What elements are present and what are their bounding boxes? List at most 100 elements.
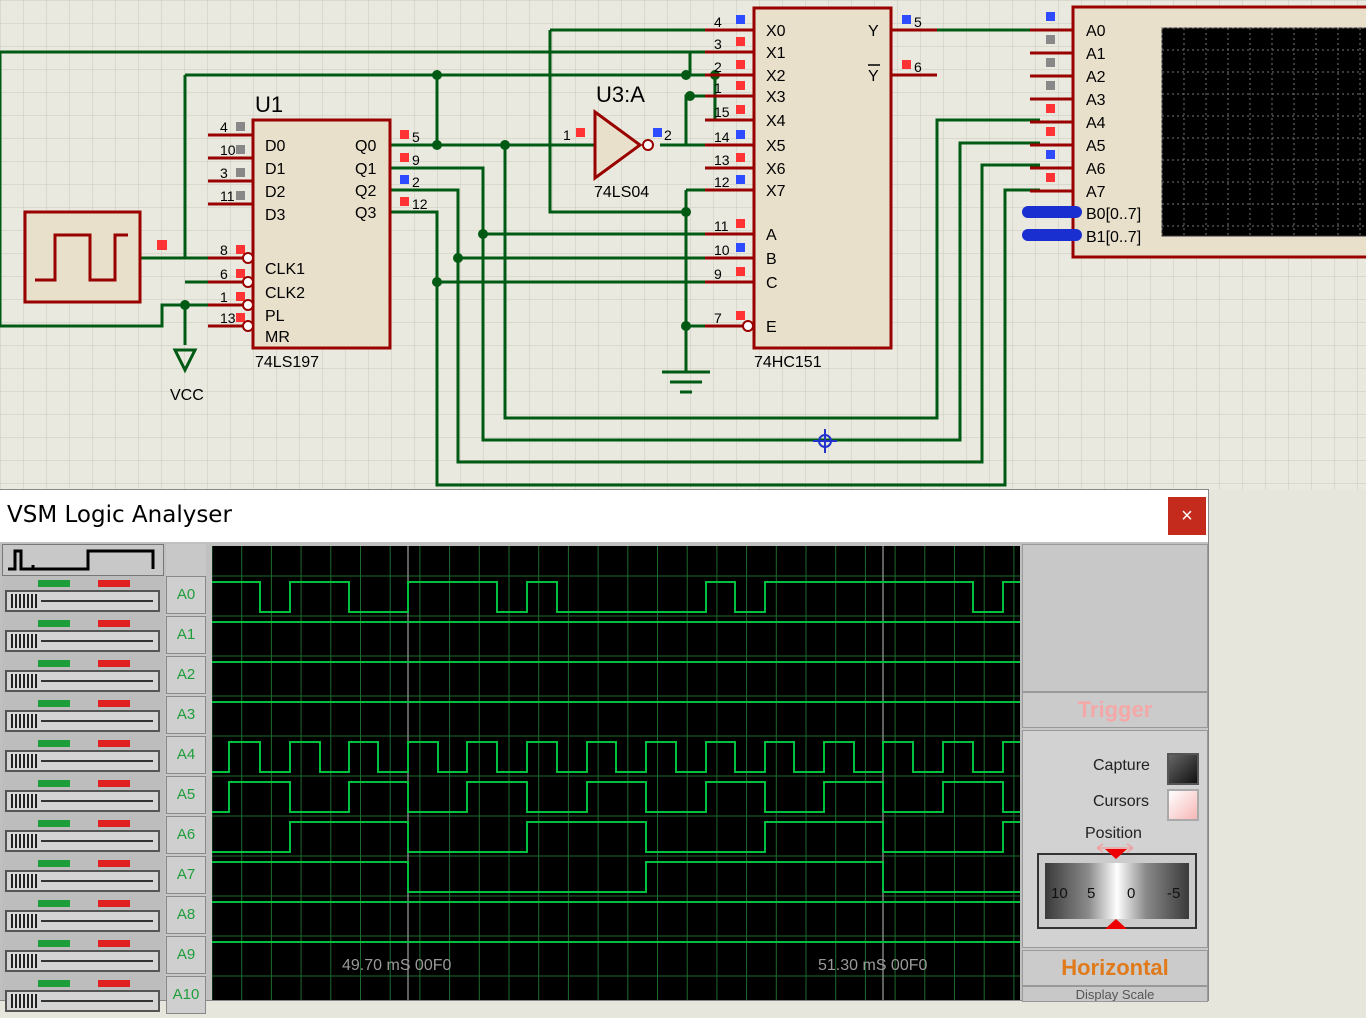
u1-pin-name: Q0: [355, 138, 376, 155]
close-button[interactable]: ×: [1168, 497, 1206, 535]
mux-pin-name: X6: [766, 161, 786, 178]
mux-pin-number: 3: [714, 36, 722, 52]
analyser-pin-name: B1[0..7]: [1086, 229, 1141, 246]
channel-slider[interactable]: [5, 830, 160, 852]
waveform-display[interactable]: 49.70 mS 00F0 51.30 mS 00F0: [212, 546, 1020, 1000]
u1-pin-number: 4: [220, 119, 228, 135]
mux-pin-number: 11: [714, 218, 729, 234]
channel-slider[interactable]: [5, 910, 160, 932]
u1-pin-number: 9: [412, 152, 420, 168]
u3-pin-in: 1: [563, 127, 571, 143]
position-label: Position: [1085, 825, 1142, 842]
knob-pointer-bottom-icon: [1105, 919, 1127, 929]
channel-led-green: [38, 700, 70, 707]
channel-trace: [212, 821, 1020, 853]
mux-pin-number: 12: [714, 174, 730, 190]
u1-pin-number: 3: [220, 165, 228, 181]
channel-slider[interactable]: [5, 670, 160, 692]
channel-trace: [212, 861, 1020, 893]
cursors-label: Cursors: [1093, 793, 1150, 810]
channel-slider[interactable]: [5, 710, 160, 732]
u1-pin-name: D3: [265, 207, 286, 224]
channel-led-green: [38, 940, 70, 947]
analyser-pin-name: A1: [1086, 46, 1106, 63]
u1-pin-name: Q3: [355, 205, 376, 222]
mux-pin-name: Y: [868, 68, 879, 85]
channel-label: A7: [166, 856, 206, 894]
channel-led-red: [98, 900, 130, 907]
channel-trace: [212, 781, 1020, 813]
analyser-pin-name: A6: [1086, 161, 1106, 178]
u1-pin-number: 12: [412, 196, 428, 212]
mux-pin-name: X3: [766, 89, 786, 106]
channel-row: [2, 978, 164, 1018]
channel-label: A3: [166, 696, 206, 734]
channel-row: [2, 658, 164, 698]
mux-pin-name: X2: [766, 68, 786, 85]
channel-row: [2, 778, 164, 818]
u1-pin-name: CLK2: [265, 285, 305, 302]
channel-led-red: [98, 940, 130, 947]
u1-pin-number: 6: [220, 266, 228, 282]
u1-pin-number: 1: [220, 289, 228, 305]
knob-tick: -5: [1167, 885, 1181, 902]
channel-led-green: [38, 980, 70, 987]
channel-slider[interactable]: [5, 950, 160, 972]
horizontal-header: Horizontal: [1022, 950, 1208, 986]
mux-pin-number: 1: [714, 80, 722, 96]
channel-row: [2, 818, 164, 858]
u1-pin-name: D2: [265, 184, 286, 201]
knob-pointer-top-icon: [1105, 849, 1127, 859]
trigger-controls: Capture Cursors Position 10 5 0 -5: [1022, 730, 1208, 948]
trigger-header: Trigger: [1022, 692, 1208, 728]
u1-pin-name: PL: [265, 308, 285, 325]
mux-pin-name: X5: [766, 138, 786, 155]
channel-row: [2, 698, 164, 738]
channel-row: [2, 578, 164, 618]
u1-pin-number: 8: [220, 242, 228, 258]
channel-led-green: [38, 740, 70, 747]
channel-led-green: [38, 820, 70, 827]
channel-trace: [212, 741, 1020, 773]
channel-slider[interactable]: [5, 870, 160, 892]
channel-row: [2, 938, 164, 978]
capture-label: Capture: [1093, 757, 1150, 774]
channel-slider[interactable]: [5, 630, 160, 652]
u1-pin-number: 5: [412, 129, 420, 145]
logic-analyser-window[interactable]: VSM Logic Analyser × A0 A1 A2 A3 A4 A5 A6 A7 A8 A…: [0, 490, 1208, 1014]
mux-pin-number: 2: [714, 59, 722, 75]
knob-tick: 10: [1051, 885, 1068, 902]
u3-pin-out: 2: [664, 127, 672, 143]
channel-led-red: [98, 980, 130, 987]
u1-pin-name: Q1: [355, 161, 376, 178]
channel-led-red: [98, 700, 130, 707]
channel-slider[interactable]: [5, 590, 160, 612]
position-knob[interactable]: 10 5 0 -5: [1037, 849, 1197, 929]
vcc-label: VCC: [170, 387, 204, 404]
mux-part: 74HC151: [754, 354, 822, 371]
cursors-button[interactable]: [1167, 789, 1199, 821]
channel-slider[interactable]: [5, 750, 160, 772]
u1-pin-name: Q2: [355, 183, 376, 200]
mux-pin-number: 9: [714, 266, 722, 282]
analyser-pin-name: A2: [1086, 69, 1106, 86]
u1-pin-number: 10: [220, 142, 236, 158]
mux-pin-name: X4: [766, 113, 786, 130]
window-title: VSM Logic Analyser: [7, 502, 232, 528]
mux-pin-number: 5: [914, 14, 922, 30]
channel-row: [2, 618, 164, 658]
cursor-1-label: 49.70 mS 00F0: [342, 957, 452, 974]
title-bar[interactable]: VSM Logic Analyser ×: [0, 490, 1208, 542]
logic-analyser-block[interactable]: A0 A1 A2 A3 A4 A5 A6 A7 B0[0..7] B1[0..7]: [1022, 5, 1366, 259]
schematic-canvas[interactable]: VCC U1 74LS197 4D010D13D211D38CLK16CLK21…: [0, 0, 1366, 490]
channel-slider[interactable]: [5, 790, 160, 812]
channel-led-red: [98, 660, 130, 667]
mux-pin-name: Y: [868, 23, 879, 40]
mux-pin-name: A: [766, 227, 777, 244]
u3-part: 74LS04: [594, 184, 649, 201]
mux-pin-number: 6: [914, 59, 922, 75]
channel-slider[interactable]: [5, 990, 160, 1012]
u1-pin-number: 2: [412, 174, 420, 190]
channel-trace: [212, 581, 1020, 613]
capture-button[interactable]: [1167, 753, 1199, 785]
